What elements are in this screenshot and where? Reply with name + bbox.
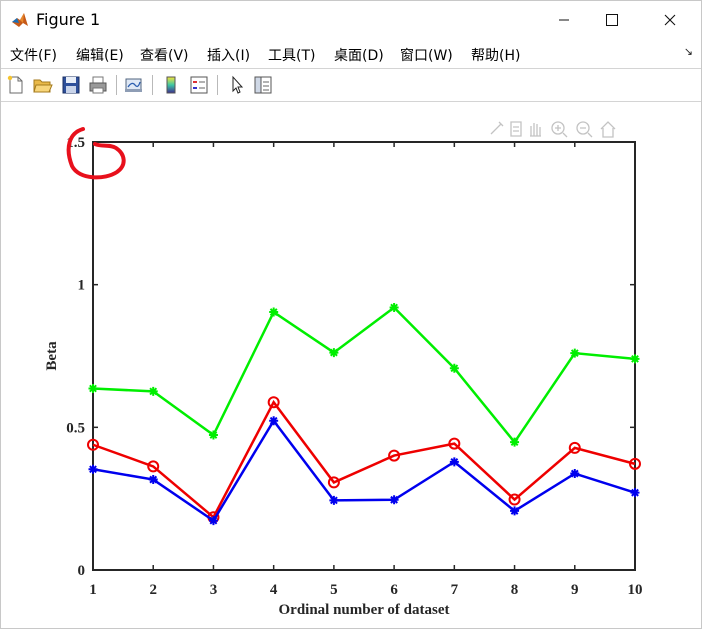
save-icon[interactable] [60,74,82,96]
data-point-asterisk[interactable] [208,516,218,526]
maximize-icon [606,14,618,26]
window-title: Figure 1 [36,10,101,29]
x-tick-label: 5 [330,582,338,598]
minimize-button[interactable] [541,1,587,39]
data-point-asterisk[interactable] [208,430,218,440]
x-tick-label: 2 [149,582,157,598]
data-point-asterisk[interactable] [389,302,399,312]
x-tick-label: 10 [628,582,643,598]
minimize-icon [559,19,569,21]
close-button[interactable] [647,1,693,39]
dock-figure-icon[interactable]: ↘ [684,45,693,58]
menu-tools[interactable]: 工具(T) [268,45,315,65]
x-tick-label: 1 [89,582,97,598]
link-plot-icon[interactable] [123,74,145,96]
figure-canvas: 1 2 3 4 5 6 7 8 9 10 0 0.5 1 1.5 Ordinal number of dat… [1,102,701,628]
data-point-asterisk[interactable] [389,495,399,505]
data-point-asterisk[interactable] [148,475,158,485]
menu-view[interactable]: 查看(V) [140,45,189,65]
data-point-asterisk[interactable] [148,386,158,396]
x-tick-label: 7 [451,582,459,598]
property-inspector-icon[interactable] [252,74,274,96]
zoom-out-icon[interactable] [576,121,593,138]
data-point-asterisk[interactable] [329,495,339,505]
data-point-asterisk[interactable] [449,363,459,373]
x-tick-label: 4 [270,582,278,598]
data-tips-icon[interactable] [510,121,522,137]
data-point-asterisk[interactable] [269,416,279,426]
home-icon[interactable] [600,121,616,138]
close-icon [664,14,676,26]
x-tick-label: 6 [390,582,398,598]
menu-desktop[interactable]: 桌面(D) [334,45,384,65]
axes-box [92,141,636,571]
menu-window[interactable]: 窗口(W) [400,45,453,65]
menu-help[interactable]: 帮助(H) [471,45,520,65]
data-point-asterisk[interactable] [510,437,520,447]
menu-bar: 文件(F) 编辑(E) 查看(V) 插入(I) 工具(T) 桌面(D) 窗口(W… [1,39,701,68]
x-axis-label: Ordinal number of dataset [279,602,450,618]
print-icon[interactable] [87,74,109,96]
menu-edit[interactable]: 编辑(E) [76,45,124,65]
brush-icon[interactable] [490,121,504,135]
data-point-asterisk[interactable] [510,506,520,516]
y-axis-label: Beta [44,341,60,371]
data-point-asterisk[interactable] [269,307,279,317]
new-figure-icon[interactable] [5,74,27,96]
y-tick-label: 0.5 [66,420,85,436]
open-file-icon[interactable] [32,74,54,96]
x-tick-label: 3 [210,582,218,598]
y-tick-label: 1 [78,278,86,294]
pointer-icon[interactable] [226,74,248,96]
data-point-asterisk[interactable] [570,348,580,358]
data-point-asterisk[interactable] [630,354,640,364]
axes-toolbar [490,121,616,138]
maximize-button[interactable] [589,1,635,39]
data-point-asterisk[interactable] [449,457,459,467]
x-tick-label: 8 [511,582,519,598]
title-bar[interactable]: Figure 1 [1,1,701,39]
matlab-logo-icon [12,13,28,27]
y-tick-label: 0 [78,563,86,579]
toolbar-separator [116,75,117,95]
colorbar-icon[interactable] [160,74,182,96]
data-point-asterisk[interactable] [88,464,98,474]
data-point-asterisk[interactable] [88,384,98,394]
data-point-asterisk[interactable] [630,488,640,498]
figure-toolbar [1,68,701,102]
zoom-in-icon[interactable] [551,121,568,138]
menu-file[interactable]: 文件(F) [10,45,57,65]
menu-insert[interactable]: 插入(I) [207,45,250,65]
data-point-asterisk[interactable] [570,469,580,479]
toolbar-separator [217,75,218,95]
figure-window: Figure 1 文件(F) 编辑(E) 查看(V) 插入(I) 工具(T) 桌… [0,0,702,629]
toolbar-separator [152,75,153,95]
legend-icon[interactable] [188,74,210,96]
red-annotation-circle [66,127,126,180]
x-tick-label: 9 [571,582,579,598]
pan-icon[interactable] [530,123,541,137]
data-point-asterisk[interactable] [329,348,339,358]
